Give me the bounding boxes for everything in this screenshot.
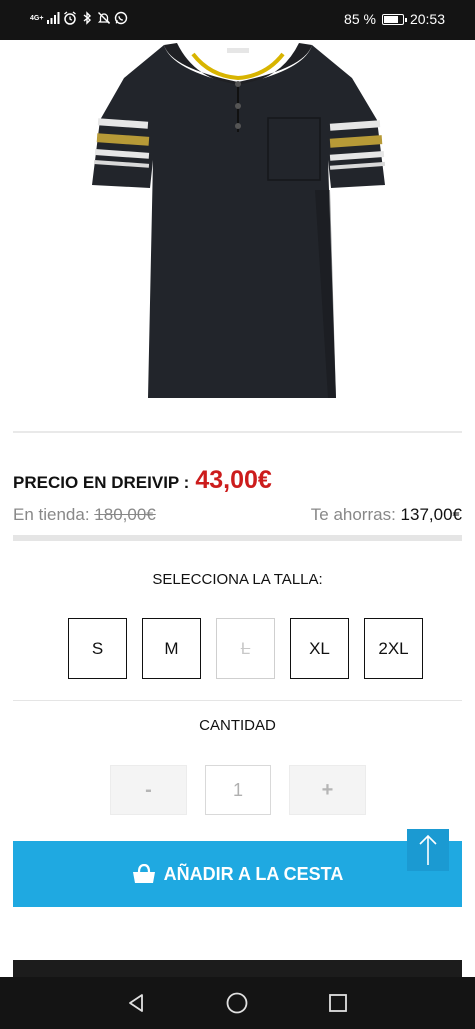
savings-value: 137,00€ xyxy=(400,505,462,524)
price-label: PRECIO EN DREIVIP : xyxy=(13,473,190,492)
footer-bar xyxy=(13,960,462,978)
navigation-bar xyxy=(0,977,475,1029)
signal-icon xyxy=(47,12,60,24)
store-price-label: En tienda: xyxy=(13,505,90,524)
savings-label: Te ahorras: xyxy=(310,505,396,524)
quantity-title: CANTIDAD xyxy=(199,717,276,734)
status-icons-right: 85 % 20:53 xyxy=(344,11,445,27)
status-bar: 4G+ 85 % 20:53 xyxy=(0,0,475,40)
recents-icon xyxy=(329,994,347,1012)
whatsapp-icon xyxy=(115,11,128,25)
size-option-s[interactable]: S xyxy=(68,618,127,679)
size-selector-title: SELECCIONA LA TALLA: xyxy=(152,571,323,588)
size-options: S M L XL 2XL xyxy=(68,618,423,679)
shopping-basket-icon xyxy=(132,864,155,883)
divider xyxy=(13,700,462,701)
add-to-cart-button[interactable]: AÑADIR A LA CESTA xyxy=(13,841,462,907)
divider xyxy=(13,431,462,433)
recents-button[interactable] xyxy=(324,989,352,1017)
status-icons-left: 4G+ xyxy=(30,11,128,25)
home-icon xyxy=(226,992,248,1014)
polo-shirt-image[interactable] xyxy=(80,40,395,420)
bluetooth-icon xyxy=(83,11,92,25)
home-button[interactable] xyxy=(223,989,251,1017)
battery-percent: 85 % xyxy=(344,11,376,27)
clock: 20:53 xyxy=(409,11,445,27)
price-line: PRECIO EN DREIVIP : 43,00€ xyxy=(13,466,272,495)
price-value: 43,00€ xyxy=(195,466,272,494)
quantity-input[interactable] xyxy=(205,765,271,815)
divider xyxy=(13,535,462,541)
size-option-l-unavailable: L xyxy=(216,618,275,679)
size-option-2xl[interactable]: 2XL xyxy=(364,618,423,679)
quantity-increase-button[interactable]: + xyxy=(289,765,366,815)
alarm-icon xyxy=(64,11,77,25)
store-price-value: 180,00€ xyxy=(94,505,156,524)
store-price-line: En tienda: 180,00€ xyxy=(13,505,156,525)
quantity-stepper: - + xyxy=(110,765,366,815)
arrow-up-icon xyxy=(419,834,437,865)
back-button[interactable] xyxy=(122,989,150,1017)
scroll-to-top-button[interactable] xyxy=(407,829,449,871)
quantity-decrease-button[interactable]: - xyxy=(110,765,187,815)
battery-icon xyxy=(381,13,407,25)
mute-icon xyxy=(98,12,111,24)
size-option-xl[interactable]: XL xyxy=(290,618,349,679)
size-option-m[interactable]: M xyxy=(142,618,201,679)
back-icon xyxy=(129,994,143,1012)
add-to-cart-label: AÑADIR A LA CESTA xyxy=(163,863,344,884)
savings-line: Te ahorras: 137,00€ xyxy=(311,505,462,525)
network-type-label: 4G+ xyxy=(30,14,44,22)
